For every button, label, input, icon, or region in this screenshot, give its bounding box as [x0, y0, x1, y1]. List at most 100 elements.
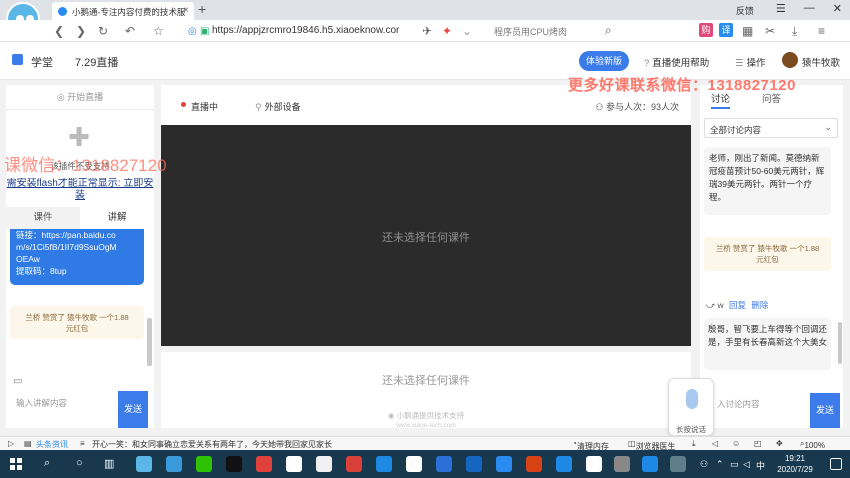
save-icon[interactable]: ◰: [754, 439, 762, 448]
ime-indicator[interactable]: 中: [756, 459, 765, 472]
address-bar[interactable]: ◎ ▣ https://appjzrcmro19846.h5.xiaoeknow…: [182, 22, 482, 40]
right-send-button[interactable]: 发送: [810, 393, 840, 428]
extension-translate-icon[interactable]: 译: [719, 23, 733, 37]
feedback-link[interactable]: 反馈: [736, 4, 754, 17]
main-stage[interactable]: 还未选择任何课件: [161, 125, 691, 346]
notification-icon[interactable]: [830, 458, 842, 470]
search-icon[interactable]: ⌕: [44, 457, 50, 470]
speed-icon[interactable]: ✦: [442, 24, 452, 38]
app-k-taskbar-icon[interactable]: [436, 456, 452, 472]
undo-icon[interactable]: ↶: [125, 24, 135, 38]
brand-name[interactable]: 学堂: [31, 54, 53, 70]
zoom-level[interactable]: ⌕ 100%: [800, 439, 825, 450]
discussion-input[interactable]: 入讨论内容: [713, 393, 808, 428]
news-icon: ▤: [24, 439, 32, 448]
left-scrollbar[interactable]: [147, 318, 152, 366]
forward-icon[interactable]: ❯: [76, 24, 86, 38]
explorer-taskbar-icon[interactable]: [166, 456, 182, 472]
headline-text[interactable]: 开心一笑：和女同事确立恋爱关系有两年了，今天她带我回家见家长: [92, 439, 332, 450]
grid-apps-icon[interactable]: ▦: [742, 24, 753, 38]
tray-person-icon[interactable]: ⚇: [700, 459, 708, 470]
browser-doctor-button[interactable]: ◫ 浏览器医生: [628, 439, 676, 451]
voice-label: 长按说话: [676, 425, 706, 434]
reward-line: 兰桥 赞赏了 猿牛牧歌 一个1.88: [25, 313, 129, 322]
sidebar-toggle-icon[interactable]: ▷: [8, 439, 14, 448]
download-icon[interactable]: ⤓: [792, 24, 797, 39]
tray-chevron-icon[interactable]: ⌃: [716, 459, 724, 470]
start-live-button[interactable]: ◎ 开始直播: [6, 85, 154, 110]
external-device-button[interactable]: ⚲ 外部设备: [255, 100, 301, 113]
location-pin-icon: ⚲: [255, 102, 262, 112]
operate-link[interactable]: ☰ 操作: [735, 55, 766, 69]
clean-memory-button[interactable]: ◔ 清理内存: [572, 439, 609, 451]
taskbar-clock[interactable]: 19:21 2020/7/29: [770, 453, 820, 475]
dropdown-arrow-icon[interactable]: ⌄: [462, 24, 472, 38]
game-taskbar-icon[interactable]: [316, 456, 332, 472]
browser-tab[interactable]: 小鹅通-专注内容付费的技术服 ×: [52, 2, 194, 20]
app-c-taskbar-icon[interactable]: [256, 456, 272, 472]
favorite-star-icon[interactable]: ☆: [153, 24, 164, 38]
discussion-filter-select[interactable]: 全部讨论内容 ⌄: [704, 118, 838, 138]
username[interactable]: 猿牛牧歌: [802, 55, 840, 69]
tab-courseware[interactable]: 课件: [6, 207, 80, 229]
app-slate-taskbar-icon[interactable]: [670, 456, 686, 472]
explain-input[interactable]: 输入讲解内容: [6, 391, 116, 428]
scissors-icon[interactable]: ✂: [765, 24, 775, 38]
voice-input-button[interactable]: 长按说话: [668, 378, 714, 436]
cortana-icon[interactable]: ○: [76, 457, 83, 469]
address-url: https://appjzrcmro19846.h5: [212, 25, 334, 36]
folder-icon[interactable]: ▭: [13, 376, 22, 387]
sound-icon[interactable]: ◁: [712, 439, 718, 448]
tools-icon[interactable]: ✥: [776, 439, 783, 448]
tab-close-icon[interactable]: ×: [183, 5, 189, 16]
news-label[interactable]: 头条资讯: [36, 439, 68, 450]
ie-taskbar-icon[interactable]: [376, 456, 392, 472]
player-taskbar-icon[interactable]: [642, 456, 658, 472]
tab-explain[interactable]: 讲解: [80, 207, 154, 229]
download-status-icon[interactable]: ⤓: [692, 439, 696, 449]
search-icon[interactable]: ⌕: [605, 23, 612, 38]
plugin-icon: ✚: [68, 122, 90, 152]
right-panel: 讨论 问答 全部讨论内容 ⌄ 老师，刚出了新闻。莫德纳新冠疫苗预计50-60美元…: [700, 85, 843, 428]
app-red-taskbar-icon[interactable]: [526, 456, 542, 472]
right-scrollbar[interactable]: [838, 322, 842, 364]
start-menu-icon[interactable]: [10, 458, 22, 470]
volume-icon[interactable]: ◁: [743, 459, 750, 470]
reply-link[interactable]: 回复: [729, 300, 746, 310]
user-status-icon[interactable]: ☺: [732, 439, 740, 448]
browser-taskbar-icon[interactable]: [136, 456, 152, 472]
reward-line: 元红包: [65, 324, 89, 333]
extension-shop-icon[interactable]: 购: [699, 23, 713, 37]
back-icon[interactable]: ❮: [54, 24, 64, 38]
install-flash-link[interactable]: 需安装flash才能正常显示: 立即安装: [6, 178, 154, 200]
qq-taskbar-icon[interactable]: [226, 456, 242, 472]
network-icon[interactable]: ▭: [730, 459, 739, 470]
left-send-button[interactable]: 发送: [118, 391, 148, 428]
refresh-icon[interactable]: ↻: [98, 24, 108, 38]
stock-taskbar-icon[interactable]: [466, 456, 482, 472]
user-avatar-icon: ⤻: [706, 300, 718, 310]
new-version-button[interactable]: 体验新版: [579, 51, 630, 71]
search-hint-text[interactable]: 程序员用CPU烤肉: [494, 25, 567, 38]
music-taskbar-icon[interactable]: [286, 456, 302, 472]
minimize-button[interactable]: —: [804, 2, 815, 17]
wechat-taskbar-icon[interactable]: [196, 456, 212, 472]
cloud-taskbar-icon[interactable]: [496, 456, 512, 472]
sub-stage: 还未选择任何课件 ◉ 小鹅通提供技术支持 www.xiaoe-tech.com: [161, 352, 691, 429]
app-gray-taskbar-icon[interactable]: [614, 456, 630, 472]
rocket-icon[interactable]: ✈: [422, 24, 432, 38]
chrome-taskbar-icon[interactable]: [406, 456, 422, 472]
close-window-button[interactable]: ✕: [833, 2, 842, 17]
new-tab-button[interactable]: +: [198, 1, 206, 17]
avatar[interactable]: [782, 52, 798, 68]
task-view-icon[interactable]: ▥: [104, 457, 114, 470]
reward-notice: 兰桥 赞赏了 猿牛牧歌 一个1.88 元红包: [10, 306, 144, 339]
help-link[interactable]: ? 直播使用帮助: [644, 55, 709, 69]
delete-link[interactable]: 删除: [751, 300, 768, 310]
menu-icon[interactable]: ≡: [818, 24, 825, 38]
address-domain: .xiaoeknow.cor: [333, 25, 400, 36]
app-blue-taskbar-icon[interactable]: [556, 456, 572, 472]
tool-taskbar-icon[interactable]: [346, 456, 362, 472]
skin-icon[interactable]: ☰: [776, 2, 786, 17]
app-white-taskbar-icon[interactable]: [586, 456, 602, 472]
